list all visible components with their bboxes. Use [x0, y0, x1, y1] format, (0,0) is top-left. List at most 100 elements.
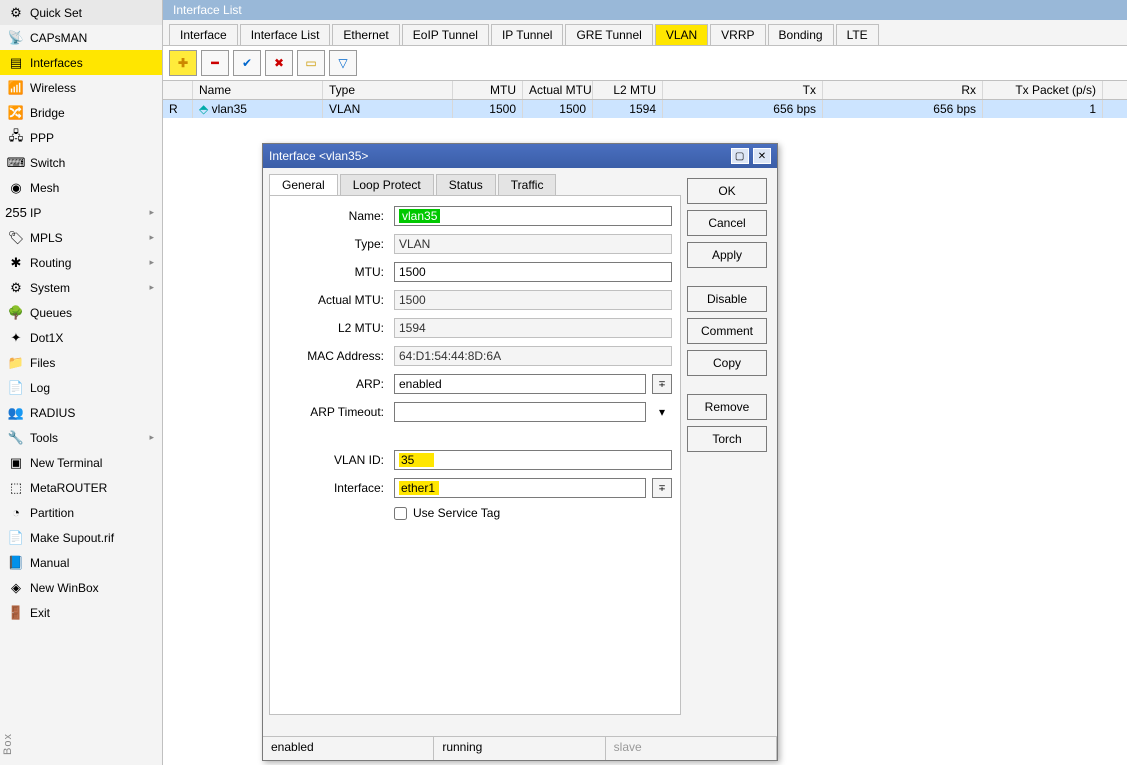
- sidebar-item-radius[interactable]: 👥 RADIUS: [0, 400, 162, 425]
- dialog-tab-loop-protect[interactable]: Loop Protect: [340, 174, 434, 195]
- tab-interface-list[interactable]: Interface List: [240, 24, 331, 45]
- arp-dropdown-icon[interactable]: ∓: [652, 374, 672, 394]
- tab-ip-tunnel[interactable]: IP Tunnel: [491, 24, 563, 45]
- sidebar-item-dot1x[interactable]: ✦ Dot1X: [0, 325, 162, 350]
- name-input[interactable]: vlan35: [394, 206, 672, 226]
- maximize-icon[interactable]: ▢: [731, 148, 749, 164]
- sidebar-item-label: Make Supout.rif: [30, 531, 148, 545]
- sidebar-icon: 🔀: [8, 105, 24, 121]
- dialog-tab-status[interactable]: Status: [436, 174, 496, 195]
- sidebar-item-wireless[interactable]: 📶 Wireless: [0, 75, 162, 100]
- dialog-tab-general[interactable]: General: [269, 174, 338, 195]
- type-value: VLAN: [394, 234, 672, 254]
- sidebar-item-label: MetaROUTER: [30, 481, 148, 495]
- col-name[interactable]: Name: [193, 81, 323, 99]
- filter-button[interactable]: ▽: [329, 50, 357, 76]
- tab-interface[interactable]: Interface: [169, 24, 238, 45]
- cell-amtu: 1500: [523, 100, 593, 118]
- sidebar-item-new-winbox[interactable]: ◈ New WinBox: [0, 575, 162, 600]
- status-enabled: enabled: [263, 737, 434, 760]
- sidebar-item-label: Queues: [30, 306, 148, 320]
- tab-ethernet[interactable]: Ethernet: [332, 24, 399, 45]
- interface-select[interactable]: ether1: [394, 478, 646, 498]
- vlanid-input[interactable]: 35: [394, 450, 672, 470]
- cancel-button[interactable]: Cancel: [687, 210, 767, 236]
- sidebar-item-label: Files: [30, 356, 148, 370]
- sidebar-item-bridge[interactable]: 🔀 Bridge: [0, 100, 162, 125]
- comment-button[interactable]: ▭: [297, 50, 325, 76]
- col-l2-mtu[interactable]: L2 MTU: [593, 81, 663, 99]
- sidebar-item-label: Dot1X: [30, 331, 148, 345]
- copy-button[interactable]: Copy: [687, 350, 767, 376]
- app-brand: Box: [2, 733, 14, 755]
- col-actual-mtu[interactable]: Actual MTU: [523, 81, 593, 99]
- tab-eoip-tunnel[interactable]: EoIP Tunnel: [402, 24, 489, 45]
- cell-mtu: 1500: [453, 100, 523, 118]
- ok-button[interactable]: OK: [687, 178, 767, 204]
- label-mac: MAC Address:: [278, 349, 388, 363]
- sidebar-item-manual[interactable]: 📘 Manual: [0, 550, 162, 575]
- chevron-right-icon: ▸: [149, 432, 154, 443]
- remove-button[interactable]: ━: [201, 50, 229, 76]
- col-tx-packet[interactable]: Tx Packet (p/s): [983, 81, 1103, 99]
- tab-gre-tunnel[interactable]: GRE Tunnel: [565, 24, 652, 45]
- sidebar-item-files[interactable]: 📁 Files: [0, 350, 162, 375]
- sidebar-item-quick-set[interactable]: ⚙ Quick Set: [0, 0, 162, 25]
- cell-flag: R: [163, 100, 193, 118]
- sidebar-item-system[interactable]: ⚙ System ▸: [0, 275, 162, 300]
- disable-button[interactable]: Disable: [687, 286, 767, 312]
- sidebar-item-ppp[interactable]: 🖧 PPP: [0, 125, 162, 150]
- dialog-titlebar[interactable]: Interface <vlan35> ▢ ✕: [263, 144, 777, 168]
- col-tx[interactable]: Tx: [663, 81, 823, 99]
- remove-button[interactable]: Remove: [687, 394, 767, 420]
- label-vlanid: VLAN ID:: [278, 453, 388, 467]
- sidebar-item-queues[interactable]: 🌳 Queues: [0, 300, 162, 325]
- sidebar-item-capsman[interactable]: 📡 CAPsMAN: [0, 25, 162, 50]
- arp-timeout-input[interactable]: [394, 402, 646, 422]
- tab-vrrp[interactable]: VRRP: [710, 24, 765, 45]
- dialog-tab-traffic[interactable]: Traffic: [498, 174, 557, 195]
- sidebar-item-switch[interactable]: ⌨ Switch: [0, 150, 162, 175]
- disable-button[interactable]: ✖: [265, 50, 293, 76]
- close-icon[interactable]: ✕: [753, 148, 771, 164]
- arp-timeout-expand-icon[interactable]: ▾: [652, 405, 672, 419]
- enable-button[interactable]: ✔: [233, 50, 261, 76]
- mac-value: 64:D1:54:44:8D:6A: [394, 346, 672, 366]
- col-type[interactable]: Type: [323, 81, 453, 99]
- sidebar-item-log[interactable]: 📄 Log: [0, 375, 162, 400]
- sidebar-item-label: IP: [30, 206, 143, 220]
- apply-button[interactable]: Apply: [687, 242, 767, 268]
- dialog-buttons: OK Cancel Apply Disable Comment Copy Remove Tor…: [687, 168, 777, 736]
- torch-button[interactable]: Torch: [687, 426, 767, 452]
- sidebar-item-metarouter[interactable]: ⬚ MetaROUTER: [0, 475, 162, 500]
- tab-lte[interactable]: LTE: [836, 24, 879, 45]
- service-tag-checkbox[interactable]: [394, 507, 407, 520]
- arp-select[interactable]: enabled: [394, 374, 646, 394]
- add-button[interactable]: ✚: [169, 50, 197, 76]
- sidebar-item-label: Quick Set: [30, 6, 148, 20]
- sidebar-item-mesh[interactable]: ◉ Mesh: [0, 175, 162, 200]
- interface-dropdown-icon[interactable]: ∓: [652, 478, 672, 498]
- col-flag[interactable]: [163, 81, 193, 99]
- sidebar-icon: ◔: [8, 505, 24, 521]
- col-mtu[interactable]: MTU: [453, 81, 523, 99]
- col-rx[interactable]: Rx: [823, 81, 983, 99]
- sidebar-item-exit[interactable]: 🚪 Exit: [0, 600, 162, 625]
- sidebar-icon: ◉: [8, 180, 24, 196]
- sidebar-icon: ⌨: [8, 155, 24, 171]
- l2mtu-value: 1594: [394, 318, 672, 338]
- tab-bonding[interactable]: Bonding: [768, 24, 834, 45]
- sidebar-item-tools[interactable]: 🔧 Tools ▸: [0, 425, 162, 450]
- tab-vlan[interactable]: VLAN: [655, 24, 708, 45]
- sidebar-icon: 📡: [8, 30, 24, 46]
- sidebar-item-partition[interactable]: ◔ Partition: [0, 500, 162, 525]
- sidebar-item-make-supout-rif[interactable]: 📄 Make Supout.rif: [0, 525, 162, 550]
- sidebar-item-ip[interactable]: 255 IP ▸: [0, 200, 162, 225]
- sidebar-item-new-terminal[interactable]: ▣ New Terminal: [0, 450, 162, 475]
- table-row[interactable]: R ⬘ vlan35 VLAN 1500 1500 1594 656 bps 6…: [163, 100, 1127, 118]
- comment-button[interactable]: Comment: [687, 318, 767, 344]
- mtu-input[interactable]: 1500: [394, 262, 672, 282]
- sidebar-item-mpls[interactable]: 🏷 MPLS ▸: [0, 225, 162, 250]
- sidebar-item-routing[interactable]: ✱ Routing ▸: [0, 250, 162, 275]
- sidebar-item-interfaces[interactable]: ▤ Interfaces: [0, 50, 162, 75]
